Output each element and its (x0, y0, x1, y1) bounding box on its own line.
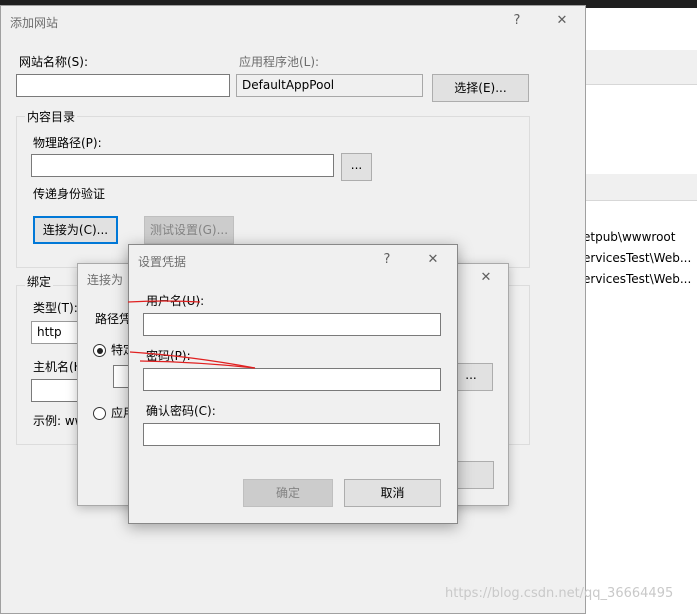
app-pool-label: 应用程序池(L): (239, 55, 320, 69)
help-button[interactable]: ? (375, 251, 399, 269)
close-button[interactable]: ✕ (550, 12, 574, 30)
type-label: 类型(T): (33, 301, 78, 315)
dialog-title: 连接为 (87, 273, 124, 287)
app-pool-field: DefaultAppPool (236, 74, 423, 97)
help-button[interactable]: ? (505, 12, 529, 30)
set-credentials-dialog: 设置凭据 ? ✕ 用户名(U): 密码(P): 确认密码(C): 确定 取消 (128, 244, 458, 524)
cancel-button[interactable]: 取消 (344, 479, 441, 507)
password-input[interactable] (143, 368, 441, 391)
specific-user-radio[interactable] (93, 344, 106, 357)
password-label: 密码(P): (146, 349, 191, 363)
confirm-password-label: 确认密码(C): (146, 404, 216, 418)
site-name-input[interactable] (16, 74, 230, 97)
watermark: https://blog.csdn.net/qq_36664495 (445, 586, 674, 601)
connect-cancel-button[interactable] (454, 461, 494, 489)
bg-path-row: etpub\wwwroot (583, 230, 676, 244)
physical-path-input[interactable] (31, 154, 334, 177)
content-directory-label: 内容目录 (25, 109, 78, 125)
host-name-label: 主机名(H (33, 360, 83, 374)
test-settings-button[interactable]: 测试设置(G)... (144, 216, 234, 244)
pass-through-auth-label: 传递身份验证 (33, 187, 106, 201)
ok-button[interactable]: 确定 (243, 479, 333, 507)
username-input[interactable] (143, 313, 441, 336)
username-label: 用户名(U): (146, 294, 205, 308)
confirm-password-input[interactable] (143, 423, 440, 446)
site-name-label: 网站名称(S): (19, 55, 89, 69)
binding-label: 绑定 (25, 274, 54, 290)
connect-as-button[interactable]: 连接为(C)... (33, 216, 118, 244)
bg-toolbar (583, 50, 697, 85)
bg-list-header (583, 174, 697, 201)
bg-path-row: ervicesTest\Web... (583, 272, 692, 286)
bg-path-row: ervicesTest\Web... (583, 251, 692, 265)
dialog-title: 添加网站 (10, 16, 59, 30)
path-credentials-label: 路径凭 (95, 312, 132, 326)
close-button[interactable]: ✕ (474, 269, 498, 287)
physical-path-label: 物理路径(P): (33, 136, 102, 150)
background-iis-window: etpub\wwwroot ervicesTest\Web... ervices… (582, 8, 697, 614)
close-button[interactable]: ✕ (421, 251, 445, 269)
select-app-pool-button[interactable]: 选择(E)... (432, 74, 529, 102)
dialog-title: 设置凭据 (138, 255, 187, 269)
browse-button[interactable]: ... (341, 153, 372, 181)
app-user-radio[interactable] (93, 407, 106, 420)
